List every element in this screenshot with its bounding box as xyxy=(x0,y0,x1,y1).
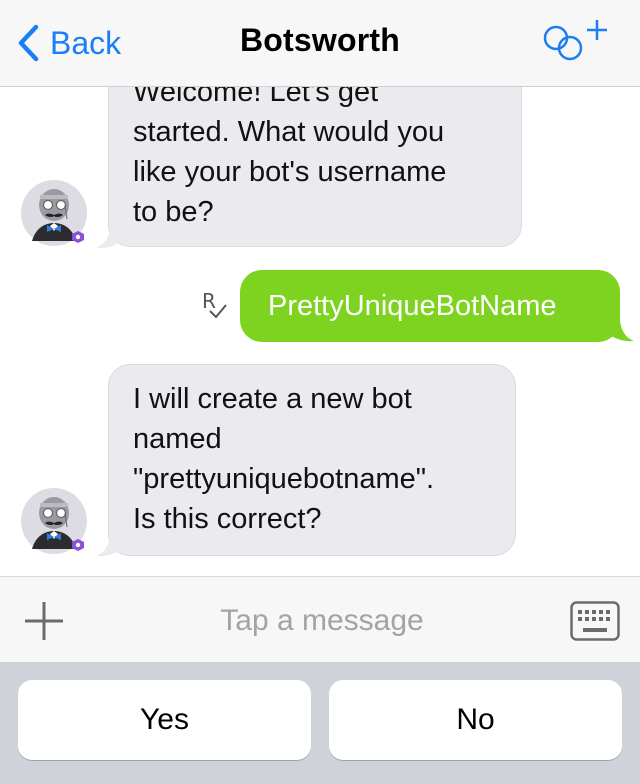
plus-icon xyxy=(25,602,63,640)
incoming-message[interactable]: I will create a new bot named "prettyuni… xyxy=(108,364,516,556)
message-composer xyxy=(0,576,640,663)
message-line: to be? xyxy=(133,196,214,228)
message-line: like your bot's username xyxy=(133,156,447,188)
suggested-response-no[interactable]: No xyxy=(329,680,622,760)
message-line: "prettyuniquebotname". xyxy=(133,463,435,495)
conversation[interactable]: Welcome! Let's get started. What would y… xyxy=(0,87,640,576)
bubble-tail xyxy=(606,318,634,342)
add-contact-button[interactable] xyxy=(540,16,612,71)
bubble-tail xyxy=(96,225,124,249)
add-contact-icon xyxy=(543,20,607,61)
message-line: Is this correct? xyxy=(133,503,322,535)
bot-avatar[interactable] xyxy=(20,487,88,555)
outgoing-message[interactable]: PrettyUniqueBotName xyxy=(240,270,620,342)
suggested-response-yes[interactable]: Yes xyxy=(18,680,311,760)
incoming-message[interactable]: Welcome! Let's get started. What would y… xyxy=(108,87,522,247)
bot-avatar[interactable] xyxy=(20,179,88,247)
message-input[interactable] xyxy=(120,597,524,645)
suggested-responses: Yes No xyxy=(0,662,640,784)
keyboard-icon xyxy=(570,601,620,641)
nav-bar: Back Botsworth xyxy=(0,0,640,87)
message-line: I will create a new bot xyxy=(133,383,412,415)
message-line: started. What would you xyxy=(133,116,445,148)
attach-button[interactable] xyxy=(22,599,66,648)
bubble-tail xyxy=(96,533,124,557)
message-line: Welcome! Let's get xyxy=(133,87,379,108)
keyboard-button[interactable] xyxy=(570,601,620,646)
read-receipt-icon: R xyxy=(200,289,230,323)
message-line: named xyxy=(133,423,222,455)
